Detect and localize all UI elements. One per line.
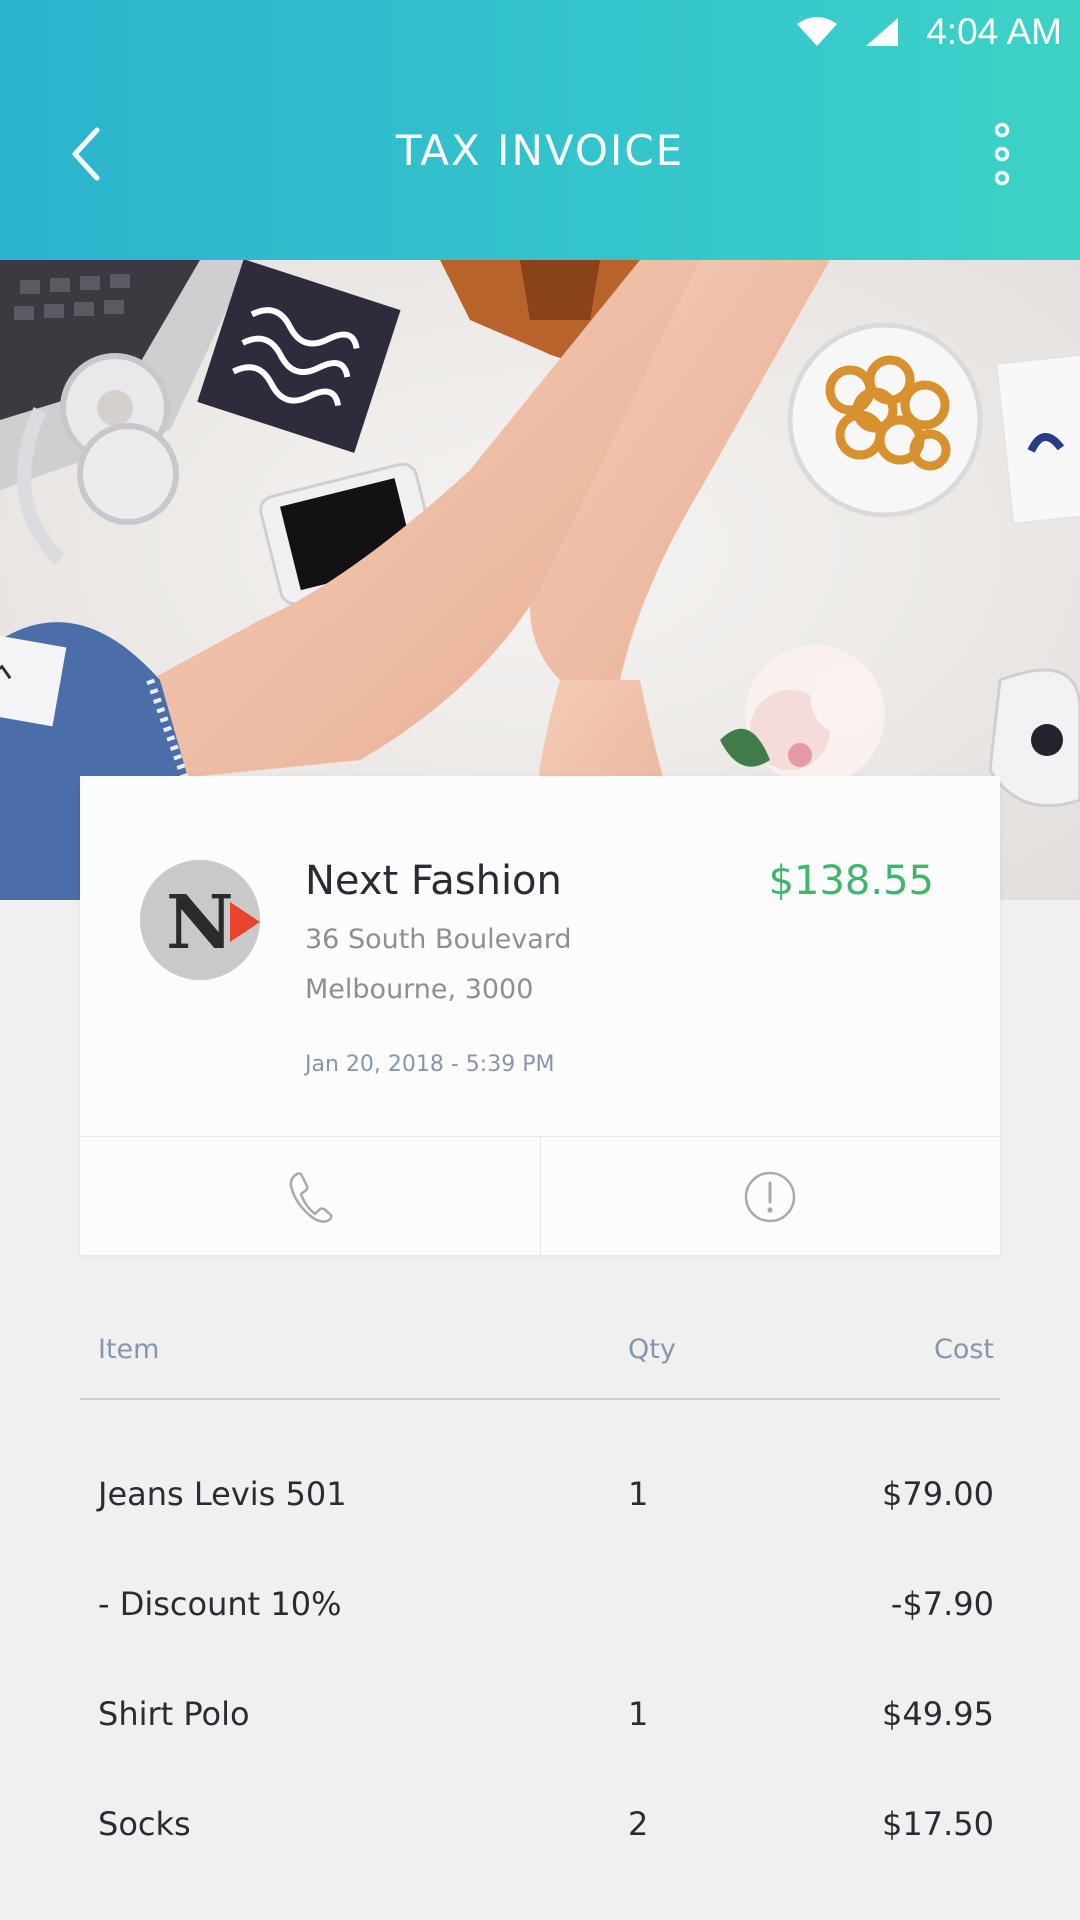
column-header-item: Item	[98, 1334, 160, 1365]
phone-icon	[289, 1171, 333, 1223]
status-bar: 4:04 AM	[796, 8, 1062, 56]
row-qty: 1	[628, 1695, 649, 1733]
merchant-logo: N	[140, 860, 260, 980]
card-actions	[80, 1136, 1000, 1256]
column-header-cost: Cost	[933, 1334, 994, 1365]
table-row: - Discount 10% -$7.90	[80, 1575, 1000, 1635]
status-time: 4:04 AM	[926, 11, 1062, 52]
page-title: TAX INVOICE	[395, 126, 685, 175]
merchant-card: N Next Fashion $138.55 36 South Boulevar…	[80, 776, 1000, 1256]
row-qty: 2	[628, 1805, 649, 1843]
items-table-header: Item Qty Cost	[80, 1320, 1000, 1400]
more-options-button[interactable]	[972, 112, 1032, 196]
row-cost: $17.50	[882, 1805, 994, 1843]
row-item: Socks	[98, 1805, 191, 1843]
signal-icon	[866, 18, 899, 46]
row-item: Shirt Polo	[98, 1695, 250, 1733]
invoice-total: $138.55	[768, 858, 934, 904]
row-qty: 1	[628, 1475, 649, 1513]
alert-circle-icon	[745, 1171, 796, 1222]
merchant-name: Next Fashion	[305, 858, 562, 904]
column-header-qty: Qty	[628, 1334, 676, 1365]
row-item: Jeans Levis 501	[98, 1475, 347, 1513]
row-item: - Discount 10%	[98, 1585, 342, 1623]
table-row: Shirt Polo 1 $49.95	[80, 1685, 1000, 1745]
row-cost: -$7.90	[890, 1585, 994, 1623]
row-cost: $79.00	[882, 1475, 994, 1513]
more-vertical-icon	[994, 122, 1010, 186]
row-cost: $49.95	[882, 1695, 994, 1733]
merchant-address-line2: Melbourne, 3000	[305, 974, 534, 1005]
invoice-datetime: Jan 20, 2018 - 5:39 PM	[305, 1052, 555, 1077]
merchant-address-line1: 36 South Boulevard	[305, 924, 572, 955]
wifi-icon	[797, 17, 838, 46]
table-row: Jeans Levis 501 1 $79.00	[80, 1465, 1000, 1525]
app-bar: 4:04 AM TAX INVOICE	[0, 0, 1080, 260]
report-issue-button[interactable]	[539, 1137, 1001, 1256]
table-row: Socks 2 $17.50	[80, 1795, 1000, 1855]
svg-text:N: N	[166, 880, 234, 966]
next-logo-icon: N	[140, 860, 260, 980]
call-merchant-button[interactable]	[80, 1137, 540, 1256]
